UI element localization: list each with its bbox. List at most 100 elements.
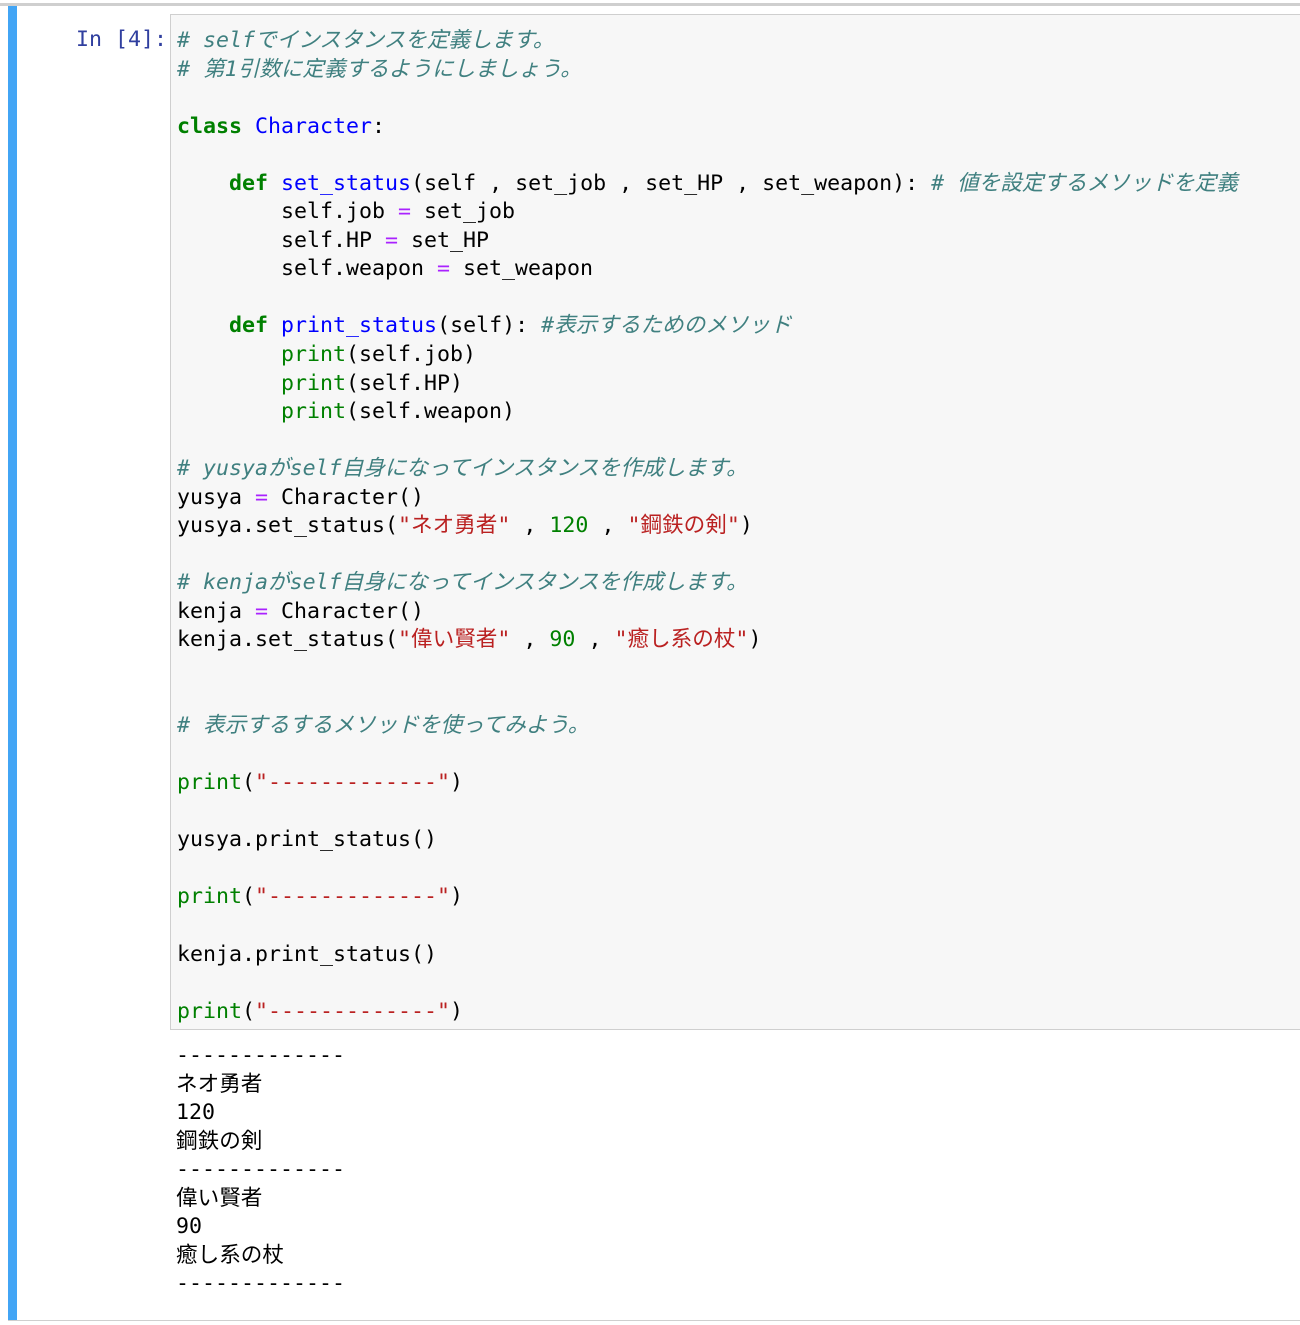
code-text: , [510, 627, 550, 653]
code-line: yusya.set_status("ネオ勇者" , 120 , "鋼鉄の剣") [177, 512, 1300, 541]
code-text: : [372, 113, 386, 139]
code-string: "-------------" [255, 998, 451, 1024]
code-text: ) [450, 998, 464, 1024]
code-text: ) [450, 770, 464, 796]
code-text: set_HP [398, 227, 490, 253]
code-string: "ネオ勇者" [398, 513, 511, 539]
code-text: kenja.print_status() [177, 941, 438, 967]
code-text: self.weapon [177, 256, 438, 282]
code-text: , [575, 627, 615, 653]
code-line: self.weapon = set_weapon [177, 255, 1300, 284]
code-line: print(self.HP) [177, 370, 1300, 399]
code-line: kenja.set_status("偉い賢者" , 90 , "癒し系の杖") [177, 626, 1300, 655]
code-line: yusya.print_status() [177, 826, 1300, 855]
code-line: def print_status(self): #表示するためのメソッド [177, 312, 1300, 341]
code-function-name: set_status [281, 170, 412, 196]
code-number: 90 [549, 627, 576, 653]
code-builtin: print [177, 770, 243, 796]
code-keyword: def [229, 170, 269, 196]
code-line: print(self.job) [177, 341, 1300, 370]
code-line: def set_status(self , set_job , set_HP ,… [177, 170, 1300, 199]
code-class-name: Character [255, 113, 373, 139]
code-text: ( [242, 884, 256, 910]
code-comment: # 値を設定するメソッドを定義 [931, 170, 1238, 196]
code-string: "偉い賢者" [398, 627, 511, 653]
code-line: kenja = Character() [177, 598, 1300, 627]
code-comment: # kenjaがself自身になってインスタンスを作成します。 [177, 570, 748, 596]
output-line: ------------- [176, 1157, 346, 1183]
code-line: print("-------------") [177, 883, 1300, 912]
code-text: (self): [437, 313, 542, 339]
code-text: kenja [177, 598, 256, 624]
code-line: self.HP = set_HP [177, 227, 1300, 256]
output-line: 90 [176, 1214, 203, 1240]
code-string: "-------------" [255, 884, 451, 910]
code-builtin: print [177, 884, 243, 910]
code-operator: = [385, 227, 399, 253]
cell-output: ------------- ネオ勇者 120 鋼鉄の剣 ------------- 偉い賢… [176, 1042, 345, 1299]
code-line: print("-------------") [177, 769, 1300, 798]
code-line: class Character: [177, 113, 1300, 142]
code-string: "鋼鉄の剣" [627, 513, 740, 539]
code-text: (self , set_job , set_HP , set_weapon): [411, 170, 932, 196]
code-cell[interactable]: In [4]: # selfでインスタンスを定義します。 # 第1引数に定義するよ… [8, 6, 1300, 1321]
output-line: 癒し系の杖 [176, 1242, 284, 1268]
code-comment: # 表示するするメソッドを使ってみよう。 [177, 713, 590, 739]
code-line: # kenjaがself自身になってインスタンスを作成します。 [177, 569, 1300, 598]
code-text: self.HP [177, 227, 386, 253]
code-function-name: print_status [281, 313, 438, 339]
code-text: ( [242, 998, 256, 1024]
code-keyword: def [229, 313, 269, 339]
code-text: yusya [177, 484, 256, 510]
code-text: , [510, 513, 550, 539]
code-builtin: print [177, 998, 243, 1024]
code-text: , [588, 513, 628, 539]
code-comment: # 第1引数に定義するようにしましょう。 [177, 56, 582, 82]
code-line: # 表示するするメソッドを使ってみよう。 [177, 712, 1300, 741]
code-text: (self.weapon) [346, 399, 516, 425]
code-builtin: print [281, 370, 347, 396]
output-line: 鋼鉄の剣 [176, 1128, 263, 1154]
code-text: kenja.set_status( [177, 627, 399, 653]
output-line: ------------- [176, 1043, 346, 1068]
output-line: ネオ勇者 [176, 1071, 263, 1097]
code-editor[interactable]: # selfでインスタンスを定義します。 # 第1引数に定義するようにしましょう。… [170, 14, 1300, 1030]
code-operator: = [255, 598, 269, 624]
output-line: 偉い賢者 [176, 1185, 263, 1211]
code-text: Character() [268, 484, 425, 510]
code-line: # selfでインスタンスを定義します。 [177, 27, 1300, 56]
code-comment: # selfでインスタンスを定義します。 [177, 28, 555, 53]
code-text: set_job [411, 199, 516, 225]
code-text: self.job [177, 199, 399, 225]
code-text: yusya.print_status() [177, 827, 438, 853]
code-text: yusya.set_status( [177, 513, 399, 539]
code-line: kenja.print_status() [177, 941, 1300, 970]
code-number: 120 [549, 513, 589, 539]
code-line: # 第1引数に定義するようにしましょう。 [177, 56, 1300, 85]
code-builtin: print [281, 342, 347, 368]
code-comment: # yusyaがself自身になってインスタンスを作成します。 [177, 456, 748, 482]
code-line: yusya = Character() [177, 484, 1300, 513]
code-line: print(self.weapon) [177, 398, 1300, 427]
code-string: "-------------" [255, 770, 451, 796]
code-keyword: class [177, 113, 243, 139]
output-line: 120 [176, 1100, 216, 1126]
